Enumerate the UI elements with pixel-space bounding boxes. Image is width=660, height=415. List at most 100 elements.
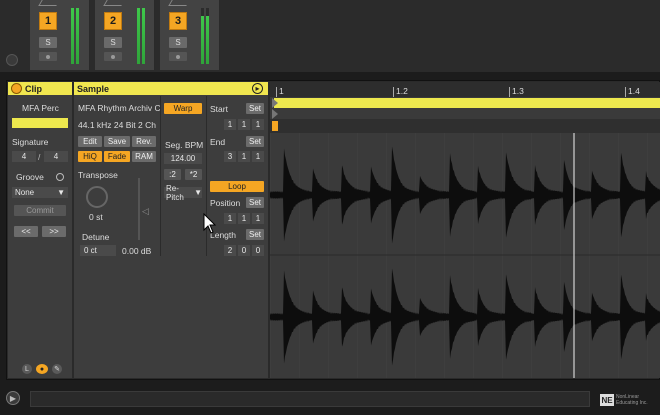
clip-box-header: Clip [8, 82, 72, 95]
solo-button-1[interactable]: S [39, 37, 57, 48]
track-activator-1[interactable]: 1 [39, 12, 57, 30]
dropdown-arrow-icon: ▼ [194, 188, 202, 197]
track-activator-2[interactable]: 2 [104, 12, 122, 30]
signature-slash: / [38, 152, 41, 162]
ruler-tick: 1 [276, 87, 284, 97]
sample-format: 44.1 kHz 24 Bit 2 Ch [78, 120, 156, 130]
divider [160, 96, 161, 256]
mixer-toggle-icon[interactable] [6, 54, 18, 66]
position-label: Position [210, 198, 241, 208]
warp-mode-select[interactable]: Re-Pitch ▼ [164, 184, 202, 202]
end-beat[interactable]: 1 [238, 151, 250, 162]
pan-knob-2[interactable] [103, 0, 125, 6]
sample-title: Sample [77, 83, 110, 94]
seg-bpm-label: Seg. BPM [165, 140, 204, 150]
gain-slider-handle-icon[interactable]: ◁ [142, 206, 149, 217]
seg-bpm-field[interactable]: 124.00 [164, 153, 202, 164]
warp-marker[interactable] [272, 121, 278, 131]
ruler-tick: 1.2 [393, 87, 408, 97]
sample-box-header: Sample [74, 82, 268, 95]
end-sixteenth[interactable]: 1 [252, 151, 264, 162]
warp-mode-value: Re-Pitch [166, 183, 184, 202]
commit-button[interactable]: Commit [14, 205, 66, 216]
clip-name[interactable]: MFA Perc [22, 103, 59, 113]
length-sixteenth[interactable]: 0 [252, 245, 264, 256]
groove-hot-swap-icon[interactable] [56, 173, 64, 181]
ruler-tick: 1.4 [625, 87, 640, 97]
start-beat[interactable]: 1 [238, 119, 250, 130]
detune-label: Detune [82, 232, 110, 242]
sample-filename: MFA Rhythm Archiv C [78, 103, 161, 113]
fade-button[interactable]: Fade [104, 151, 130, 162]
waveform-display[interactable] [270, 133, 660, 378]
double-tempo-button[interactable]: *2 [185, 169, 202, 180]
envelopes-icon[interactable]: ✎ [52, 364, 62, 374]
mouse-cursor-icon [203, 213, 217, 234]
gain-slider-track[interactable] [138, 178, 140, 240]
position-sixteenth[interactable]: 1 [252, 213, 264, 224]
level-meter-3b [206, 16, 209, 64]
solo-button-2[interactable]: S [104, 37, 122, 48]
warp-button[interactable]: Warp [164, 103, 202, 114]
clip-title: Clip [25, 83, 42, 94]
position-set-button[interactable]: Set [246, 197, 264, 208]
level-meter-2 [137, 8, 140, 64]
dropdown-arrow-icon: ▼ [57, 188, 65, 197]
gain-value[interactable]: 0.00 dB [122, 246, 151, 256]
clip-activator-icon[interactable] [11, 83, 22, 94]
next-arrow-icon[interactable]: ▸ [252, 83, 263, 94]
brand-logo-text: NonLinear Educating Inc. [616, 394, 648, 406]
groove-label: Groove [16, 172, 44, 182]
loop-brace[interactable] [274, 98, 660, 108]
play-icon[interactable]: ▶ [6, 391, 20, 405]
transpose-value: 0 st [89, 212, 103, 222]
end-set-button[interactable]: Set [246, 136, 264, 147]
transpose-knob[interactable] [86, 186, 108, 208]
clip-color-field[interactable] [12, 118, 68, 128]
end-bar[interactable]: 3 [224, 151, 236, 162]
level-meter-3 [201, 16, 204, 64]
signature-denominator[interactable]: 4 [44, 151, 68, 162]
signature-numerator[interactable]: 4 [12, 151, 36, 162]
ram-button[interactable]: RAM [132, 151, 156, 162]
warp-marker-strip[interactable] [270, 119, 660, 133]
start-marker-icon[interactable] [272, 98, 278, 108]
reverse-button[interactable]: Rev. [132, 136, 156, 147]
transpose-label: Transpose [78, 170, 118, 180]
groove-select[interactable]: None ▼ [12, 187, 68, 198]
signature-label: Signature [12, 137, 49, 147]
start-label: Start [210, 104, 228, 114]
track-activator-3[interactable]: 3 [169, 12, 187, 30]
length-bar[interactable]: 2 [224, 245, 236, 256]
arm-button-3[interactable] [169, 52, 187, 61]
nudge-back-button[interactable]: << [14, 226, 38, 237]
length-beat[interactable]: 0 [238, 245, 250, 256]
edit-button[interactable]: Edit [78, 136, 102, 147]
status-bar [30, 391, 590, 407]
position-bar[interactable]: 1 [224, 213, 236, 224]
sample-view-icon[interactable]: ● [36, 364, 48, 374]
arm-button-2[interactable] [104, 52, 122, 61]
brand-logo: NE [600, 394, 614, 406]
start-set-button[interactable]: Set [246, 103, 264, 114]
groove-value: None [15, 188, 35, 197]
loop-start-marker-icon[interactable] [272, 109, 278, 119]
pan-knob-1[interactable] [38, 0, 60, 6]
detune-value[interactable]: 0 ct [80, 245, 116, 256]
hiq-button[interactable]: HiQ [78, 151, 102, 162]
launch-icon[interactable]: L [22, 364, 32, 374]
end-label: End [210, 137, 226, 147]
loop-button[interactable]: Loop [210, 181, 264, 192]
pan-knob-3[interactable] [168, 0, 190, 6]
start-bar[interactable]: 1 [224, 119, 236, 130]
length-set-button[interactable]: Set [246, 229, 264, 240]
timeline-ruler[interactable] [270, 82, 660, 97]
arm-button-1[interactable] [39, 52, 57, 61]
half-tempo-button[interactable]: :2 [164, 169, 181, 180]
position-beat[interactable]: 1 [238, 213, 250, 224]
nudge-forward-button[interactable]: >> [42, 226, 66, 237]
start-sixteenth[interactable]: 1 [252, 119, 264, 130]
solo-button-3[interactable]: S [169, 37, 187, 48]
level-meter-2b [142, 8, 145, 64]
save-button[interactable]: Save [104, 136, 130, 147]
